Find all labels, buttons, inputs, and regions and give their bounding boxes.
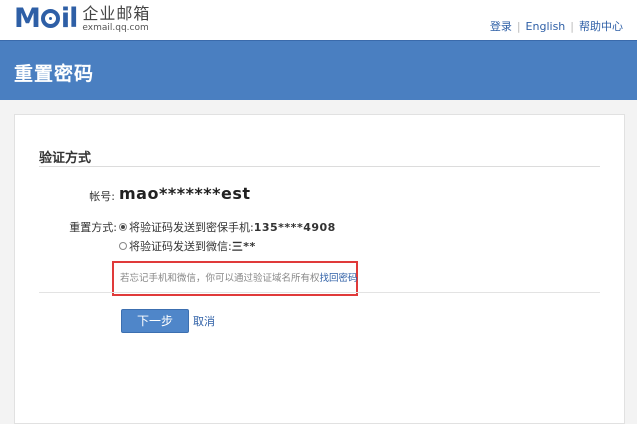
option-wechat[interactable]: 将验证码发送到微信: 三** xyxy=(119,238,256,254)
option-phone-text: 将验证码发送到密保手机: xyxy=(129,221,254,234)
exmail-logo[interactable]: Mil 企业邮箱 exmail.qq.com xyxy=(14,4,150,34)
account-value: mao*******est xyxy=(119,184,251,203)
radio-wechat[interactable] xyxy=(119,242,127,250)
form-divider xyxy=(39,292,600,293)
top-bar: Mil 企业邮箱 exmail.qq.com 登录 | English | 帮助中心 xyxy=(0,0,637,40)
option-wechat-value: 三** xyxy=(231,240,256,253)
radio-phone[interactable] xyxy=(119,223,127,231)
option-phone[interactable]: 将验证码发送到密保手机: 135****4908 xyxy=(119,219,336,235)
forgot-hint: 若忘记手机和微信，你可以通过验证域名所有权找回密码 xyxy=(120,270,358,284)
page-banner: 重置密码 xyxy=(0,40,637,100)
page-title: 重置密码 xyxy=(14,63,95,85)
login-link[interactable]: 登录 xyxy=(490,20,512,33)
account-label: 帐号: xyxy=(89,190,115,203)
reset-card: 验证方式 帐号: mao*******est 重置方式: 将验证码发送到密保手机… xyxy=(14,114,625,424)
logo-product-name: 企业邮箱 xyxy=(82,3,151,23)
header-links: 登录 | English | 帮助中心 xyxy=(489,20,623,33)
option-phone-value: 135****4908 xyxy=(253,220,336,234)
cancel-link[interactable]: 取消 xyxy=(193,313,215,329)
logo-wordmark: Mil xyxy=(14,3,78,34)
logo-domain: exmail.qq.com xyxy=(82,22,149,33)
section-divider xyxy=(39,166,600,167)
recover-password-link[interactable]: 找回密码 xyxy=(320,273,358,284)
reset-method-label: 重置方式: xyxy=(69,221,117,234)
forgot-hint-text: 若忘记手机和微信，你可以通过验证域名所有权 xyxy=(120,273,320,284)
section-title: 验证方式 xyxy=(39,151,92,166)
option-wechat-text: 将验证码发送到微信: xyxy=(129,240,232,253)
help-center-link[interactable]: 帮助中心 xyxy=(579,20,623,33)
english-link[interactable]: English xyxy=(526,20,566,33)
next-button[interactable]: 下一步 xyxy=(121,309,189,333)
